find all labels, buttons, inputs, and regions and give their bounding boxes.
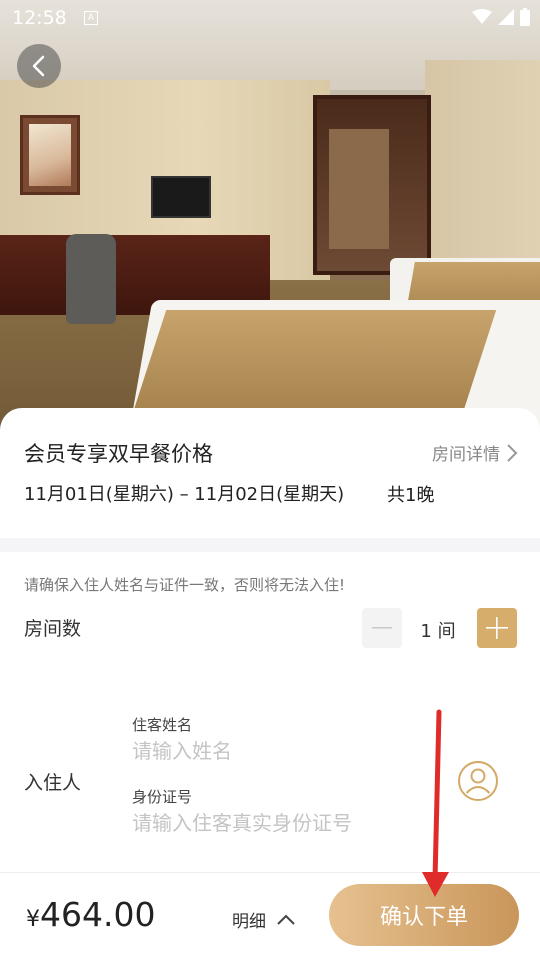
chevron-up-icon bbox=[277, 914, 295, 925]
room-photo bbox=[0, 0, 540, 430]
room-detail-label: 房间详情 bbox=[432, 445, 500, 465]
price-detail-label: 明细 bbox=[232, 912, 266, 932]
plus-icon bbox=[486, 617, 508, 639]
keyboard-indicator-icon: A bbox=[84, 11, 98, 25]
tv bbox=[151, 176, 211, 218]
back-button[interactable] bbox=[17, 44, 61, 88]
decrease-rooms-button[interactable] bbox=[362, 608, 402, 648]
id-notice: 请确保入住人姓名与证件一致，否则将无法入住! bbox=[24, 576, 346, 594]
section-divider bbox=[0, 538, 540, 552]
price-amount: 464.00 bbox=[40, 895, 156, 934]
wifi-icon bbox=[472, 9, 492, 24]
cell-signal-icon bbox=[498, 9, 514, 25]
room-count-label: 房间数 bbox=[24, 618, 82, 640]
price-detail-toggle[interactable]: 明细 bbox=[232, 907, 296, 932]
guest-name-caption: 住客姓名 bbox=[132, 716, 193, 734]
guest-name-input[interactable] bbox=[132, 736, 392, 766]
chair bbox=[66, 234, 116, 324]
increase-rooms-button[interactable] bbox=[477, 608, 517, 648]
chevron-left-icon bbox=[32, 55, 45, 77]
minus-icon bbox=[372, 627, 392, 629]
room-count-value: 1 间 bbox=[420, 621, 456, 642]
room-detail-link[interactable]: 房间详情 bbox=[432, 440, 518, 465]
confirm-order-button[interactable]: 确认下单 bbox=[329, 884, 519, 946]
id-number-caption: 身份证号 bbox=[132, 788, 193, 806]
total-price: ¥464.00 bbox=[26, 895, 155, 934]
night-count: 共1晚 bbox=[387, 485, 435, 506]
guest-label: 入住人 bbox=[24, 772, 82, 794]
checkout-bar: ¥464.00 明细 确认下单 bbox=[0, 872, 540, 961]
currency-symbol: ¥ bbox=[26, 907, 40, 932]
status-bar: 12:58 A bbox=[0, 0, 540, 36]
select-contact-icon[interactable] bbox=[457, 760, 499, 802]
wall-painting bbox=[20, 115, 80, 195]
room-info-card: 会员专享双早餐价格 房间详情 11月01日(星期六) – 11月02日(星期天)… bbox=[0, 408, 540, 538]
wall-right bbox=[425, 60, 540, 270]
chevron-right-icon bbox=[507, 443, 518, 462]
status-time: 12:58 bbox=[12, 7, 67, 29]
id-number-input[interactable] bbox=[132, 808, 412, 838]
bed-runner-front bbox=[133, 310, 497, 410]
doorway bbox=[313, 95, 431, 275]
room-rate-title: 会员专享双早餐价格 bbox=[24, 442, 213, 466]
stay-dates: 11月01日(星期六) – 11月02日(星期天) bbox=[24, 484, 345, 505]
battery-icon bbox=[520, 8, 530, 26]
